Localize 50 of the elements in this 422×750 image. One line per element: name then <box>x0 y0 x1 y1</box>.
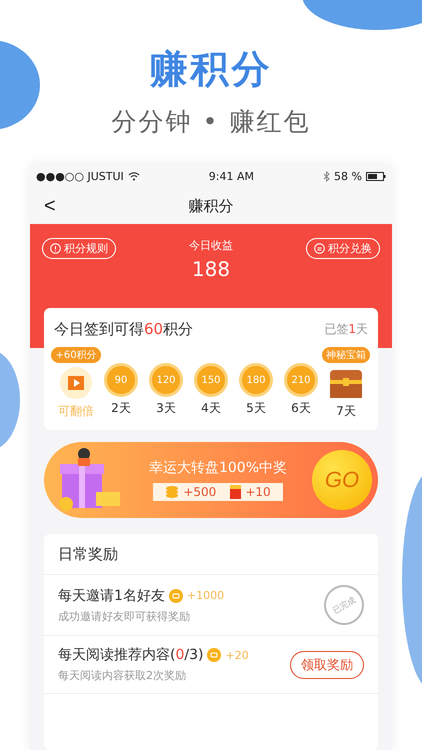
daily-rewards-title: 日常奖励 <box>58 545 118 563</box>
status-time: 9:41 AM <box>208 170 254 182</box>
day-label: 7天 <box>336 403 356 420</box>
day-label: 5天 <box>246 400 266 417</box>
lucky-wheel-banner[interactable]: 幸运大转盘100%中奖 +500 +10 GO <box>44 442 378 518</box>
earnings-value: 188 <box>192 257 230 281</box>
coin-stack-icon <box>165 485 180 499</box>
task-reward: +20 <box>225 648 249 662</box>
coin-icon: 120 <box>149 363 183 397</box>
exchange-icon <box>314 243 325 254</box>
nav-title: 赚积分 <box>188 196 234 216</box>
promo-subtitle: 分分钟 • 赚红包 <box>112 106 310 138</box>
task-title: 每天邀请1名好友 <box>58 586 165 604</box>
battery-icon <box>366 172 386 180</box>
lucky-wheel-title: 幸运大转盘100%中奖 <box>148 459 288 477</box>
earnings-label: 今日收益 <box>189 238 233 253</box>
reward-tag: +60积分 <box>51 347 101 363</box>
day-label: 4天 <box>201 400 221 417</box>
go-button[interactable]: GO <box>312 450 372 510</box>
video-icon <box>59 366 93 400</box>
task-reward: +1000 <box>186 589 224 602</box>
day-label: 可翻倍 <box>58 403 94 420</box>
coin-icon: 210 <box>284 363 318 397</box>
points-rules-button[interactable]: 积分规则 <box>42 238 116 259</box>
coin-icon: 150 <box>194 363 228 397</box>
task-description: 成功邀请好友即可获得奖励 <box>58 608 191 624</box>
coin-icon <box>168 588 183 602</box>
info-icon <box>50 243 61 254</box>
envelope-icon <box>230 485 242 499</box>
day-label: 6天 <box>291 400 311 417</box>
day-label: 2天 <box>111 400 131 417</box>
coin-prize: +500 <box>183 485 216 499</box>
sign-in-title: 今日签到可得60积分 <box>54 320 194 339</box>
back-button[interactable]: < <box>40 194 60 218</box>
coin-icon: 90 <box>104 363 138 397</box>
reward-tag: 神秘宝箱 <box>322 347 370 363</box>
task-description: 每天阅读内容获取2次奖励 <box>58 668 187 683</box>
points-exchange-button[interactable]: 积分兑换 <box>306 238 380 259</box>
bluetooth-icon <box>323 170 330 182</box>
coin-icon <box>207 648 222 662</box>
signed-days: 已签1天 <box>324 321 368 338</box>
carrier-text: ●●●○○ JUSTUI <box>36 170 124 182</box>
day-label: 3天 <box>156 400 176 417</box>
battery-percent: 58 % <box>334 170 362 182</box>
promo-title: 赚积分 <box>150 46 272 93</box>
wifi-icon <box>128 172 140 180</box>
task-title: 每天阅读推荐内容(0/3) <box>58 646 204 664</box>
claim-reward-button[interactable]: 领取奖励 <box>290 650 364 678</box>
coin-icon: 180 <box>239 363 273 397</box>
envelope-prize: +10 <box>245 485 271 499</box>
